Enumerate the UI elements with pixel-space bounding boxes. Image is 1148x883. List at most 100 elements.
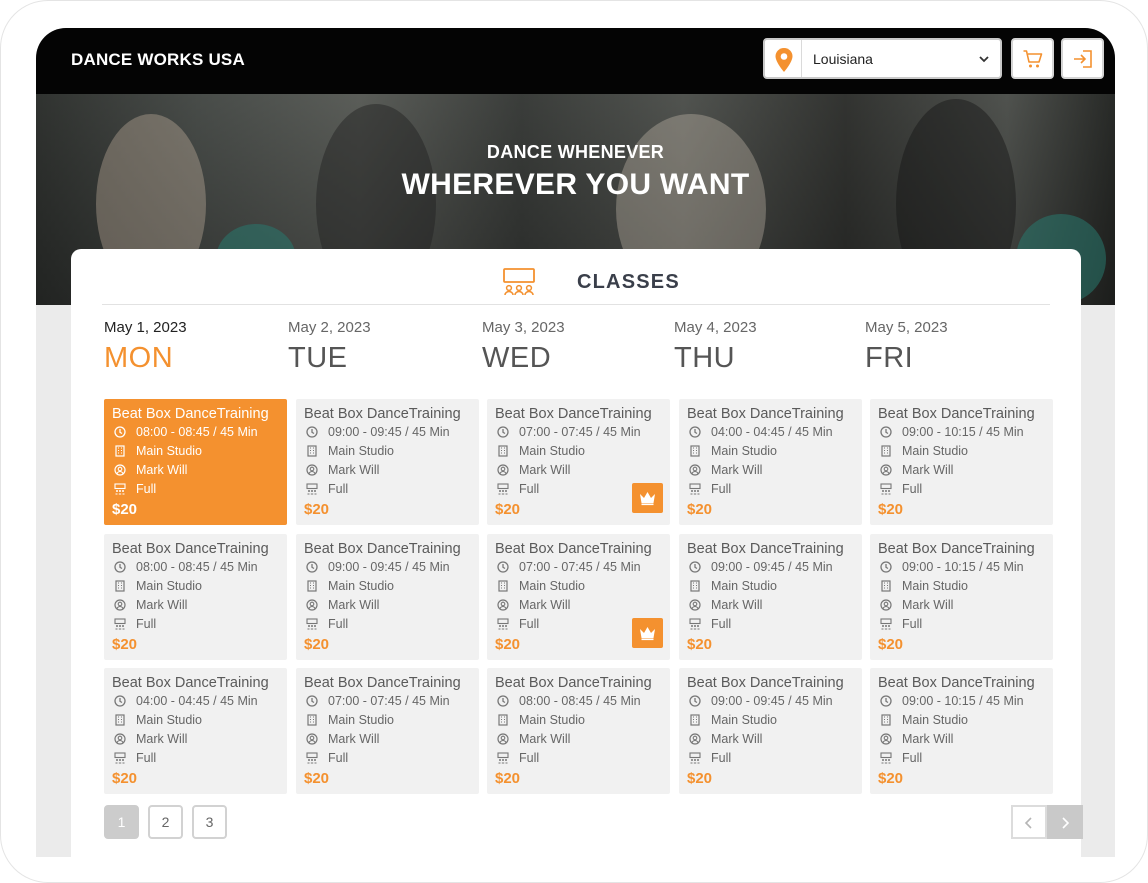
building-icon — [115, 713, 125, 726]
class-capacity: Full — [689, 614, 854, 633]
class-card[interactable]: Beat Box DanceTraining 09:00 - 09:45 / 45… — [679, 534, 862, 660]
class-card[interactable]: Beat Box DanceTraining 07:00 - 07:45 / 45… — [487, 399, 670, 525]
class-studio-text: Main Studio — [711, 712, 778, 727]
class-studio: Main Studio — [880, 576, 1045, 595]
class-instructor-text: Mark Will — [711, 462, 763, 477]
day-header-wed[interactable]: May 3, 2023 WED — [482, 319, 665, 375]
user-icon — [497, 732, 509, 745]
class-studio-text: Main Studio — [902, 443, 969, 458]
top-bar: DANCE WORKS USA Louisiana — [36, 28, 1115, 94]
class-card[interactable]: Beat Box DanceTraining 09:00 - 09:45 / 45… — [296, 534, 479, 660]
premium-badge — [632, 618, 663, 648]
next-page-button[interactable] — [1047, 805, 1083, 839]
user-icon — [689, 463, 701, 476]
class-instructor-text: Mark Will — [328, 462, 380, 477]
user-icon — [689, 732, 701, 745]
class-capacity: Full — [114, 748, 279, 767]
class-instructor: Mark Will — [497, 729, 662, 748]
day-header-mon[interactable]: May 1, 2023 MON — [104, 319, 287, 375]
location-select[interactable]: Louisiana — [763, 38, 1002, 79]
login-button[interactable] — [1061, 38, 1104, 79]
page-button-1[interactable]: 1 — [104, 805, 139, 839]
page-button-2[interactable]: 2 — [148, 805, 183, 839]
class-price: $20 — [304, 501, 330, 518]
cart-button[interactable] — [1011, 38, 1054, 79]
app-screen: DANCE WORKS USA Louisiana DANCE WHENEVER… — [36, 28, 1115, 857]
class-time: 04:00 - 04:45 / 45 Min — [114, 691, 279, 710]
class-price: $20 — [304, 636, 330, 653]
class-capacity: Full — [880, 748, 1045, 767]
class-card[interactable]: Beat Box DanceTraining 07:00 - 07:45 / 45… — [487, 534, 670, 660]
clock-icon — [689, 425, 701, 438]
class-instructor-text: Mark Will — [902, 731, 954, 746]
user-icon — [306, 598, 318, 611]
class-card[interactable]: Beat Box DanceTraining 09:00 - 09:45 / 45… — [679, 668, 862, 794]
class-time: 09:00 - 09:45 / 45 Min — [689, 557, 854, 576]
class-capacity-text: Full — [136, 616, 157, 631]
class-card[interactable]: Beat Box DanceTraining 04:00 - 04:45 / 45… — [679, 399, 862, 525]
class-card[interactable]: Beat Box DanceTraining 04:00 - 04:45 / 45… — [104, 668, 287, 794]
user-icon — [880, 463, 892, 476]
login-icon — [1074, 50, 1092, 68]
day-header-thu[interactable]: May 4, 2023 THU — [674, 319, 857, 375]
hero-title: WHEREVER YOU WANT — [401, 168, 750, 201]
class-time-text: 09:00 - 09:45 / 45 Min — [328, 424, 450, 439]
class-studio-text: Main Studio — [902, 712, 969, 727]
user-icon — [497, 463, 509, 476]
class-title: Beat Box DanceTraining — [687, 675, 844, 691]
class-card[interactable]: Beat Box DanceTraining 08:00 - 08:45 / 45… — [104, 534, 287, 660]
class-capacity-text: Full — [519, 750, 540, 765]
class-time-text: 09:00 - 10:15 / 45 Min — [902, 693, 1024, 708]
class-instructor: Mark Will — [306, 460, 471, 479]
class-time: 07:00 - 07:45 / 45 Min — [497, 557, 662, 576]
class-card[interactable]: Beat Box DanceTraining 08:00 - 08:45 / 45… — [104, 399, 287, 525]
class-card[interactable]: Beat Box DanceTraining 09:00 - 10:15 / 45… — [870, 534, 1053, 660]
seats-icon — [306, 482, 318, 494]
day-name: TUE — [288, 342, 348, 374]
class-capacity: Full — [689, 479, 854, 498]
brand-logo[interactable]: DANCE WORKS USA — [71, 50, 245, 70]
chevron-left-icon — [1024, 817, 1032, 829]
class-instructor-text: Mark Will — [711, 731, 763, 746]
class-card[interactable]: Beat Box DanceTraining 08:00 - 08:45 / 45… — [487, 668, 670, 794]
class-price: $20 — [687, 636, 713, 653]
class-studio: Main Studio — [114, 710, 279, 729]
user-icon — [306, 463, 318, 476]
crown-icon — [640, 492, 655, 506]
class-card[interactable]: Beat Box DanceTraining 09:00 - 10:15 / 45… — [870, 399, 1053, 525]
class-time: 07:00 - 07:45 / 45 Min — [306, 691, 471, 710]
clock-icon — [114, 560, 126, 573]
class-price: $20 — [304, 770, 330, 787]
prev-page-button[interactable] — [1011, 805, 1047, 839]
class-capacity-text: Full — [711, 750, 732, 765]
day-name: MON — [104, 342, 174, 374]
class-time: 09:00 - 09:45 / 45 Min — [306, 557, 471, 576]
building-icon — [690, 713, 700, 726]
class-instructor: Mark Will — [689, 595, 854, 614]
class-studio-text: Main Studio — [328, 443, 395, 458]
class-card[interactable]: Beat Box DanceTraining 07:00 - 07:45 / 45… — [296, 668, 479, 794]
class-card[interactable]: Beat Box DanceTraining 09:00 - 09:45 / 45… — [296, 399, 479, 525]
page-button-3[interactable]: 3 — [192, 805, 227, 839]
class-time-text: 09:00 - 10:15 / 45 Min — [902, 559, 1024, 574]
class-time-text: 09:00 - 09:45 / 45 Min — [711, 559, 833, 574]
user-icon — [114, 732, 126, 745]
day-header-fri[interactable]: May 5, 2023 FRI — [865, 319, 1048, 375]
class-studio: Main Studio — [306, 576, 471, 595]
device-frame: DANCE WORKS USA Louisiana DANCE WHENEVER… — [0, 0, 1148, 883]
day-date: May 2, 2023 — [288, 319, 371, 336]
class-time: 08:00 - 08:45 / 45 Min — [497, 691, 662, 710]
class-card[interactable]: Beat Box DanceTraining 09:00 - 10:15 / 45… — [870, 668, 1053, 794]
seats-icon — [114, 617, 126, 629]
class-capacity-text: Full — [136, 750, 157, 765]
class-capacity: Full — [497, 748, 662, 767]
class-title: Beat Box DanceTraining — [495, 406, 652, 422]
class-time: 08:00 - 08:45 / 45 Min — [114, 557, 279, 576]
class-instructor-text: Mark Will — [902, 462, 954, 477]
class-instructor-text: Mark Will — [136, 731, 188, 746]
user-icon — [880, 598, 892, 611]
day-header-tue[interactable]: May 2, 2023 TUE — [288, 319, 471, 375]
class-time-text: 08:00 - 08:45 / 45 Min — [136, 559, 258, 574]
class-capacity: Full — [114, 614, 279, 633]
classes-title: CLASSES — [577, 271, 680, 293]
